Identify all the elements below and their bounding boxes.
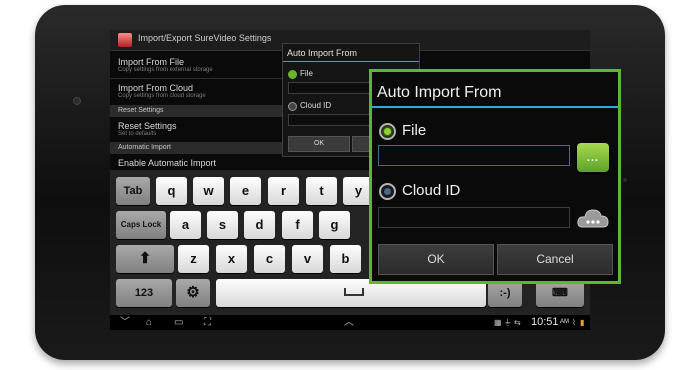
gear-icon: ⚙	[186, 284, 200, 301]
screenshot-icon[interactable]: ⛶	[204, 315, 211, 330]
key-r[interactable]: r	[268, 177, 299, 205]
browse-cloud-button[interactable]	[576, 205, 610, 231]
file-path-field[interactable]	[288, 82, 370, 94]
ok-button[interactable]: OK	[288, 136, 350, 152]
back-icon[interactable]: ﹀	[120, 315, 130, 330]
pref-title: Import From Cloud	[118, 83, 194, 93]
recent-apps-icon[interactable]: ▭	[174, 315, 183, 330]
key-v[interactable]: v	[292, 245, 323, 273]
light-sensor	[623, 178, 627, 182]
pref-subtitle: Copy settings from cloud storage	[118, 93, 206, 99]
cloud-icon	[577, 209, 609, 228]
key-x[interactable]: x	[216, 245, 247, 273]
system-navigation-bar: ﹀ ⌂ ▭ ⛶ ︿ ▦ ⏚ ⇆ 10:51 AM ⌇ ▮	[110, 315, 590, 330]
pref-subtitle: Copy settings from external storage	[118, 67, 213, 73]
key-g[interactable]: g	[319, 211, 350, 239]
dialog-title: Auto Import From	[377, 84, 502, 101]
pref-import-cloud[interactable]: Import From Cloud Copy settings from clo…	[118, 83, 206, 99]
cloud-id-label: Cloud ID	[300, 101, 332, 110]
key-d[interactable]: d	[244, 211, 275, 239]
file-label: File	[402, 122, 427, 139]
pref-title: Import From File	[118, 57, 185, 67]
key-caps-lock[interactable]: Caps Lock	[116, 211, 166, 239]
clock-ampm: AM	[560, 319, 569, 325]
file-radio[interactable]	[379, 123, 396, 140]
key-settings[interactable]: ⚙	[176, 279, 210, 307]
file-label: File	[300, 69, 313, 78]
pref-title: Enable Automatic Import	[118, 158, 217, 168]
browse-file-button[interactable]: ...	[577, 143, 609, 172]
file-radio[interactable]	[288, 70, 297, 79]
dialog-title-rule	[283, 61, 419, 62]
cloud-id-field[interactable]	[288, 114, 370, 126]
key-s[interactable]: s	[207, 211, 238, 239]
key-shift[interactable]: ⬆	[116, 245, 174, 273]
dialog-title: Auto Import From	[287, 48, 358, 58]
cloud-id-input[interactable]	[378, 207, 570, 228]
radio-selected-dot	[384, 128, 391, 135]
auto-import-dialog-zoomed: Auto Import From File ... Cloud ID OK Ca…	[369, 69, 621, 284]
key-tab[interactable]: Tab	[116, 177, 150, 205]
dialog-title-rule	[372, 106, 618, 108]
key-f[interactable]: f	[282, 211, 313, 239]
clock-time: 10:51	[531, 316, 559, 328]
chevron-up-icon[interactable]: ︿	[344, 315, 354, 330]
key-z[interactable]: z	[178, 245, 209, 273]
app-icon	[118, 33, 132, 47]
wifi-icon: ⌇	[572, 318, 576, 327]
radio-unselected-dot	[384, 188, 391, 195]
home-icon[interactable]: ⌂	[146, 315, 152, 330]
browse-dots: ...	[586, 152, 600, 164]
front-camera	[73, 97, 81, 105]
key-w[interactable]: w	[193, 177, 224, 205]
keyboard-icon: ⌨	[552, 287, 568, 299]
key-c[interactable]: c	[254, 245, 285, 273]
space-bar-glyph	[344, 288, 364, 296]
key-a[interactable]: a	[170, 211, 201, 239]
up-arrow-icon: ⬆	[138, 250, 152, 267]
pref-reset-settings[interactable]: Reset Settings Set to defaults	[118, 121, 177, 137]
key-e[interactable]: e	[230, 177, 261, 205]
usb-icon: ▦ ⏚ ⇆	[494, 318, 521, 327]
file-path-input[interactable]	[378, 145, 570, 166]
pref-import-file[interactable]: Import From File Copy settings from exte…	[118, 57, 213, 73]
cloud-id-radio[interactable]	[288, 102, 297, 111]
key-123[interactable]: 123	[116, 279, 172, 307]
pref-title: Reset Settings	[118, 121, 177, 131]
ok-button[interactable]: OK	[378, 244, 494, 275]
pref-enable-auto-import[interactable]: Enable Automatic Import	[118, 158, 216, 168]
battery-icon: ▮	[580, 318, 585, 327]
cloud-id-label: Cloud ID	[402, 182, 461, 199]
cancel-button[interactable]: Cancel	[497, 244, 613, 275]
app-title: Import/Export SureVideo Settings	[138, 33, 272, 43]
key-q[interactable]: q	[156, 177, 187, 205]
cloud-id-radio[interactable]	[379, 183, 396, 200]
key-t[interactable]: t	[306, 177, 337, 205]
key-b[interactable]: b	[330, 245, 361, 273]
pref-subtitle: Set to defaults	[118, 131, 157, 137]
